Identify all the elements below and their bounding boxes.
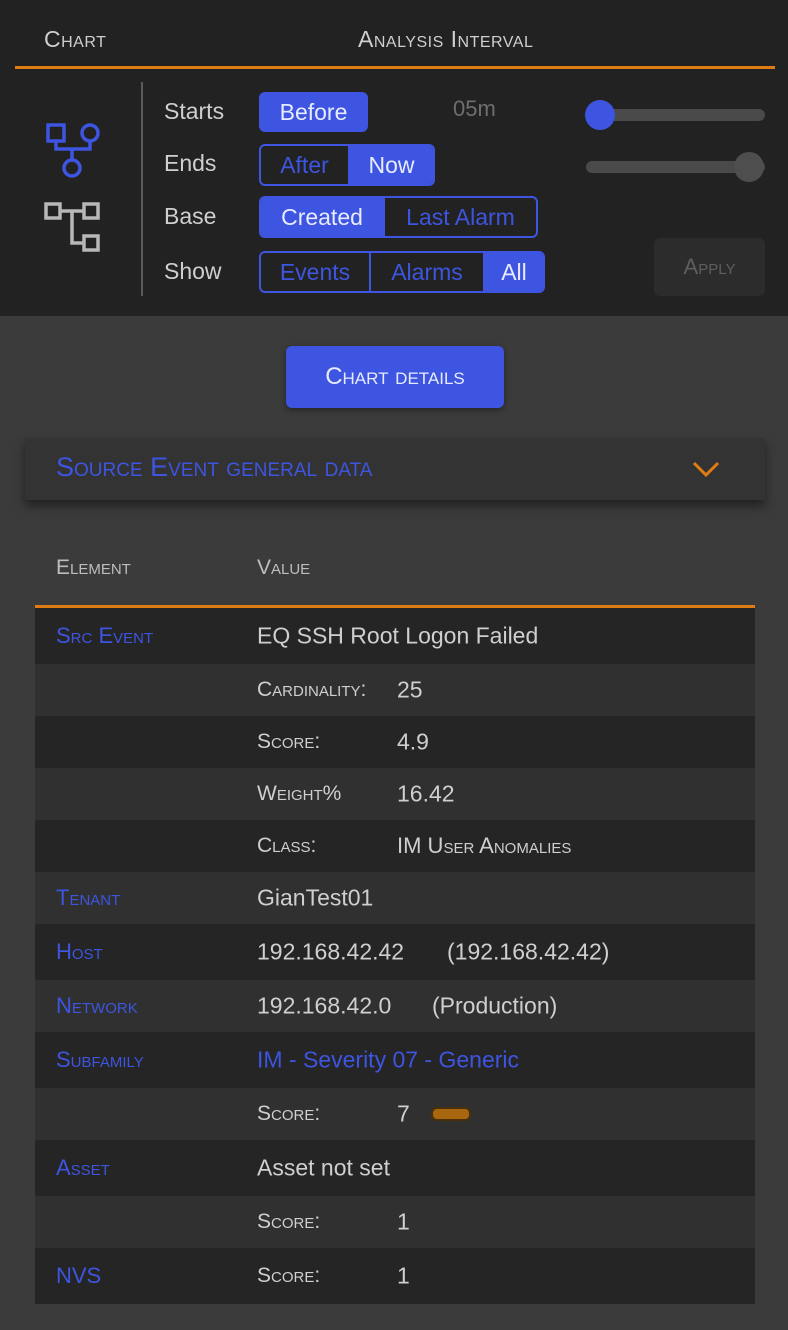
row-value: 192.168.42.42 xyxy=(257,938,405,965)
show-toggle: Events Alarms All xyxy=(259,251,545,293)
subfamily-link[interactable]: IM - Severity 07 - Generic xyxy=(257,1047,519,1074)
show-events-option[interactable]: Events xyxy=(261,253,369,291)
row-element-label[interactable]: Subfamily xyxy=(56,1047,144,1073)
starts-label: Starts xyxy=(164,98,225,124)
row-subvalue: IM User Anomalies xyxy=(397,833,572,858)
row-element-label[interactable]: Tenant xyxy=(56,885,120,911)
ends-after-option[interactable]: After xyxy=(261,146,348,184)
panel-separator xyxy=(141,82,143,296)
base-last-alarm-option[interactable]: Last Alarm xyxy=(383,198,536,236)
row-sublabel: Score: xyxy=(257,1264,321,1287)
table-row: NVS Score: 1 xyxy=(35,1248,755,1304)
row-sublabel: Cardinality: xyxy=(257,678,367,701)
table-row: Asset Asset not set xyxy=(35,1140,755,1196)
row-element-label[interactable]: Host xyxy=(56,939,103,965)
end-slider-thumb[interactable] xyxy=(734,152,764,182)
row-subvalue: 7 xyxy=(397,1100,410,1127)
table-row: Cardinality: 25 xyxy=(35,664,755,716)
row-subvalue: 4.9 xyxy=(397,728,429,755)
analysis-interval-header: Analysis Interval xyxy=(358,26,534,52)
base-created-option[interactable]: Created xyxy=(261,198,383,236)
table-row: Score: 7 xyxy=(35,1088,755,1140)
table-row: Host 192.168.42.42 (192.168.42.42) xyxy=(35,924,755,980)
show-label: Show xyxy=(164,258,222,284)
show-alarms-option[interactable]: Alarms xyxy=(369,253,483,291)
row-subvalue: 1 xyxy=(397,1208,410,1235)
interval-value: 05m xyxy=(453,96,496,121)
chevron-down-icon[interactable] xyxy=(691,460,721,483)
accordion-title: Source Event general data xyxy=(56,452,373,482)
row-value-secondary: (192.168.42.42) xyxy=(447,938,610,965)
base-label: Base xyxy=(164,203,217,229)
chart-header: Chart xyxy=(44,26,107,52)
row-value: GianTest01 xyxy=(257,884,374,911)
column-header-element: Element xyxy=(56,556,131,579)
row-sublabel: Score: xyxy=(257,730,321,753)
table-row: Weight% 16.42 xyxy=(35,768,755,820)
header-divider xyxy=(15,66,775,69)
table-row: Subfamily IM - Severity 07 - Generic xyxy=(35,1032,755,1088)
table-row: Src Event EQ SSH Root Logon Failed xyxy=(35,608,755,664)
row-element-label[interactable]: Src Event xyxy=(56,623,153,649)
row-value: Asset not set xyxy=(257,1154,390,1181)
row-subvalue: 1 xyxy=(397,1262,410,1289)
ends-toggle: After Now xyxy=(259,144,435,186)
row-value-secondary: (Production) xyxy=(432,992,558,1019)
table-row: Score: 4.9 xyxy=(35,716,755,768)
row-subvalue: 25 xyxy=(397,676,423,703)
table-row: Score: 1 xyxy=(35,1196,755,1248)
row-element-label[interactable]: NVS xyxy=(56,1263,101,1289)
show-all-option[interactable]: All xyxy=(483,253,543,291)
row-sublabel: Weight% xyxy=(257,782,342,805)
row-subvalue: 16.42 xyxy=(397,780,455,807)
row-element-label[interactable]: Network xyxy=(56,993,138,1019)
analysis-panel: Chart Analysis Interval Starts Before En… xyxy=(0,0,788,316)
graph-node-icon[interactable] xyxy=(42,120,102,185)
row-value: EQ SSH Root Logon Failed xyxy=(257,622,539,649)
source-event-table: Src Event EQ SSH Root Logon Failed Cardi… xyxy=(35,608,755,1304)
score-indicator xyxy=(431,1107,471,1121)
table-row: Tenant GianTest01 xyxy=(35,872,755,924)
ends-label: Ends xyxy=(164,150,217,176)
source-event-accordion[interactable]: Source Event general data xyxy=(25,438,765,500)
chart-details-button[interactable]: Chart details xyxy=(286,346,504,408)
apply-button[interactable]: Apply xyxy=(654,238,765,296)
row-sublabel: Score: xyxy=(257,1210,321,1233)
row-sublabel: Score: xyxy=(257,1102,321,1125)
ends-now-option[interactable]: Now xyxy=(348,146,433,184)
column-header-value: Value xyxy=(257,556,311,579)
table-row: Network 192.168.42.0 (Production) xyxy=(35,980,755,1032)
start-slider-thumb[interactable] xyxy=(585,100,615,130)
tree-structure-icon[interactable] xyxy=(42,200,104,263)
table-row: Class: IM User Anomalies xyxy=(35,820,755,872)
starts-before-button[interactable]: Before xyxy=(259,92,368,132)
base-toggle: Created Last Alarm xyxy=(259,196,538,238)
row-element-label[interactable]: Asset xyxy=(56,1155,110,1181)
row-value: 192.168.42.0 xyxy=(257,992,392,1019)
row-sublabel: Class: xyxy=(257,834,317,857)
